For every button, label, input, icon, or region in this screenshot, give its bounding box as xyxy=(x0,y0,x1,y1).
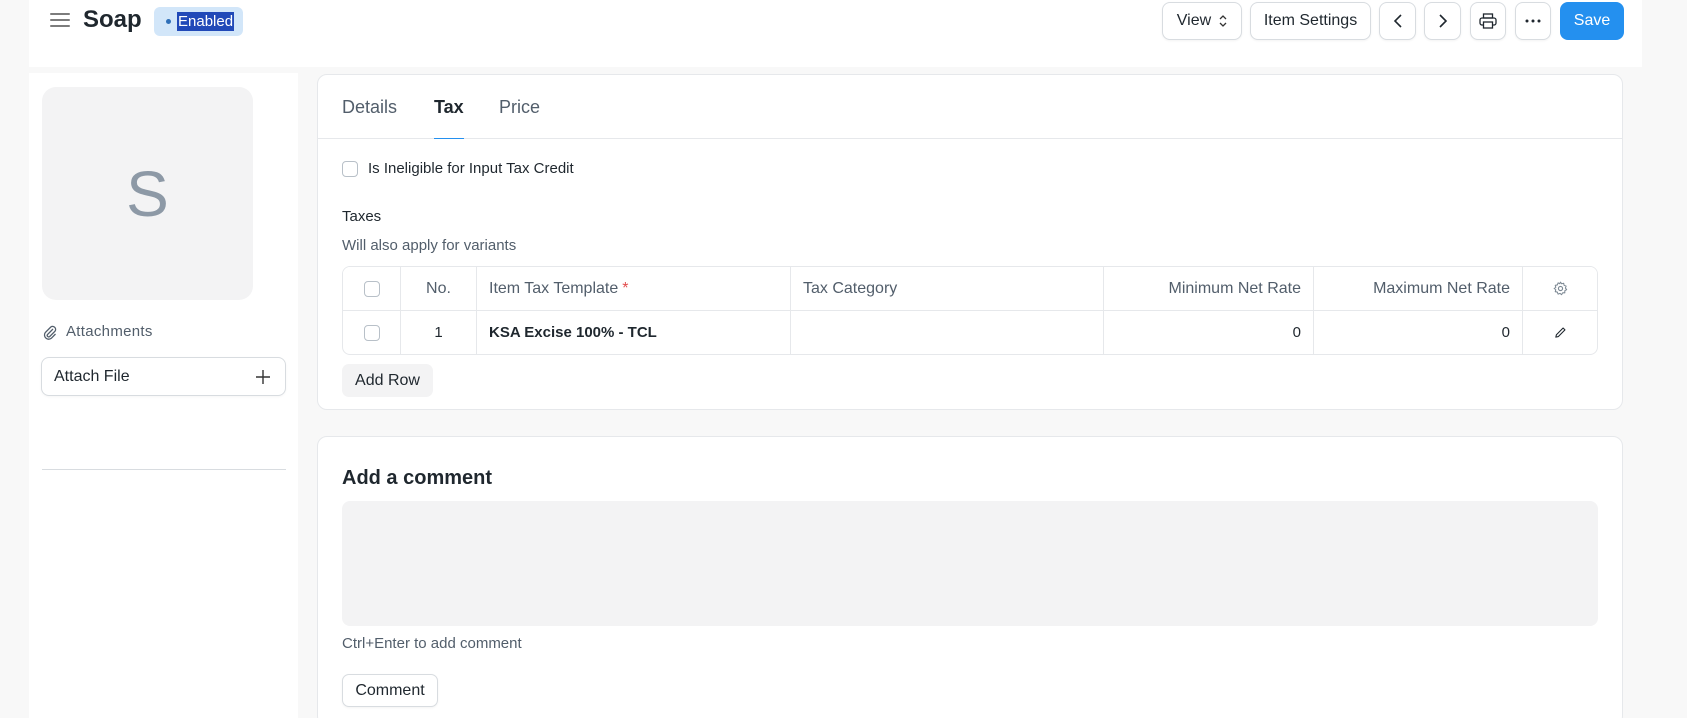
view-button[interactable]: View xyxy=(1162,2,1242,40)
avatar[interactable]: S xyxy=(42,87,253,300)
attach-file-button[interactable]: Attach File xyxy=(41,357,286,396)
row-checkbox[interactable] xyxy=(363,324,380,341)
form-card: Details Tax Price Is Ineligible for Inpu… xyxy=(317,74,1623,410)
page-title: Soap xyxy=(83,6,142,33)
header-tax-category: Tax Category xyxy=(791,267,1104,310)
status-dot-icon xyxy=(166,19,171,24)
taxes-description: Will also apply for variants xyxy=(342,237,517,254)
header-template-label: Item Tax Template xyxy=(489,279,619,297)
column-settings-button[interactable] xyxy=(1523,267,1597,310)
table-row[interactable]: 1 KSA Excise 100% - TCL 0 0 xyxy=(343,311,1597,354)
sidebar: S Attachments Attach File xyxy=(29,73,298,718)
header-maximum-net-rate: Maximum Net Rate xyxy=(1314,267,1523,310)
tab-price[interactable]: Price xyxy=(499,97,540,139)
table-header-row: No. Item Tax Template * Tax Category Min… xyxy=(343,267,1597,311)
header-item-tax-template: Item Tax Template * xyxy=(477,267,791,310)
attachments-label: Attachments xyxy=(66,323,153,340)
edit-row-button[interactable] xyxy=(1523,311,1597,354)
tab-bar: Details Tax Price xyxy=(318,75,1622,139)
updown-icon xyxy=(1219,15,1227,27)
ineligible-checkbox[interactable] xyxy=(342,160,358,177)
required-marker: * xyxy=(622,279,629,297)
row-item-tax-template[interactable]: KSA Excise 100% - TCL xyxy=(477,311,791,354)
select-all-checkbox[interactable] xyxy=(363,280,380,297)
header-select-all xyxy=(343,267,401,310)
add-row-button[interactable]: Add Row xyxy=(342,364,433,397)
pencil-icon xyxy=(1554,327,1566,338)
row-tax-category[interactable] xyxy=(791,311,1104,354)
ineligible-field: Is Ineligible for Input Tax Credit xyxy=(342,160,574,177)
row-minimum-net-rate[interactable]: 0 xyxy=(1104,311,1314,354)
sidebar-divider xyxy=(42,469,286,470)
header-no: No. xyxy=(401,267,477,310)
comment-card: Add a comment Ctrl+Enter to add comment … xyxy=(317,436,1623,718)
status-badge: Enabled xyxy=(154,7,244,36)
next-button[interactable] xyxy=(1424,2,1461,40)
comment-input[interactable] xyxy=(342,501,1598,626)
printer-icon xyxy=(1479,13,1497,29)
hamburger-icon[interactable] xyxy=(50,10,70,30)
gear-icon xyxy=(1553,281,1567,296)
header-minimum-net-rate: Minimum Net Rate xyxy=(1104,267,1314,310)
comment-title: Add a comment xyxy=(342,467,493,489)
page-header: Soap Enabled View Item Settings Save xyxy=(29,0,1642,67)
tab-tax[interactable]: Tax xyxy=(434,97,464,139)
chevron-left-icon xyxy=(1393,14,1402,28)
comment-button[interactable]: Comment xyxy=(342,674,438,707)
item-settings-button[interactable]: Item Settings xyxy=(1250,2,1371,40)
more-icon xyxy=(1525,19,1541,23)
previous-button[interactable] xyxy=(1379,2,1416,40)
row-maximum-net-rate[interactable]: 0 xyxy=(1314,311,1523,354)
status-text: Enabled xyxy=(177,12,235,31)
attachments-heading: Attachments xyxy=(42,323,153,340)
save-button[interactable]: Save xyxy=(1560,2,1624,40)
tab-details[interactable]: Details xyxy=(342,97,397,139)
print-button[interactable] xyxy=(1470,2,1506,40)
row-no: 1 xyxy=(401,311,477,354)
plus-icon xyxy=(256,370,270,384)
ineligible-label: Is Ineligible for Input Tax Credit xyxy=(368,160,574,177)
paperclip-icon xyxy=(43,325,57,340)
chevron-right-icon xyxy=(1438,14,1447,28)
attach-file-label: Attach File xyxy=(54,367,130,385)
comment-hint: Ctrl+Enter to add comment xyxy=(342,635,522,652)
taxes-table: No. Item Tax Template * Tax Category Min… xyxy=(342,266,1598,355)
taxes-label: Taxes xyxy=(342,208,382,225)
view-label: View xyxy=(1176,12,1212,29)
row-select xyxy=(343,311,401,354)
more-button[interactable] xyxy=(1515,2,1551,40)
